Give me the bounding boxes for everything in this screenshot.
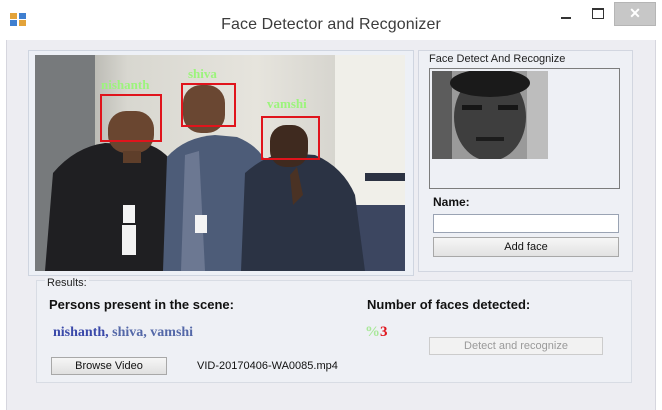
- faces-detected-label: Number of faces detected:: [367, 297, 531, 312]
- name-label: Name:: [433, 195, 470, 209]
- detect-and-recognize-button[interactable]: Detect and recognize: [429, 337, 603, 355]
- title-bar: Face Detector and Recgonizer ✕: [0, 0, 662, 40]
- person-names-rest: shiva, vamshi: [108, 325, 194, 340]
- video-frame: nishanth shiva vamshi: [35, 55, 405, 271]
- recognize-panel: Face Detect And Recognize Name: Add face: [418, 50, 633, 272]
- maximize-button[interactable]: [584, 4, 612, 26]
- results-group: Results: Persons present in the scene: N…: [36, 277, 632, 383]
- face-preview-image: [432, 71, 548, 159]
- minimize-button[interactable]: [552, 4, 580, 26]
- video-scene: [35, 55, 405, 271]
- faces-count: 3: [380, 324, 388, 340]
- name-input[interactable]: [433, 214, 619, 233]
- face-tag-vamshi: vamshi: [267, 96, 307, 111]
- video-file-name: VID-20170406-WA0085.mp4: [197, 360, 338, 372]
- faces-count-prefix: %: [365, 324, 380, 340]
- results-group-label: Results:: [45, 277, 89, 289]
- persons-present-label: Persons present in the scene:: [49, 297, 234, 312]
- face-tag-shiva: shiva: [188, 66, 217, 81]
- browse-video-button[interactable]: Browse Video: [51, 357, 167, 375]
- faces-detected-value: %3: [365, 324, 388, 341]
- video-group: nishanth shiva vamshi: [28, 50, 414, 276]
- persons-present-value: nishanth, shiva, vamshi: [53, 325, 193, 341]
- face-preview-frame: [429, 68, 620, 189]
- close-icon: ✕: [629, 5, 641, 21]
- recognize-panel-title: Face Detect And Recognize: [429, 53, 566, 65]
- person-name-first: nishanth,: [53, 325, 109, 340]
- close-button[interactable]: ✕: [614, 2, 656, 26]
- add-face-button[interactable]: Add face: [433, 237, 619, 257]
- face-tag-nishanth: nishanth: [101, 77, 150, 92]
